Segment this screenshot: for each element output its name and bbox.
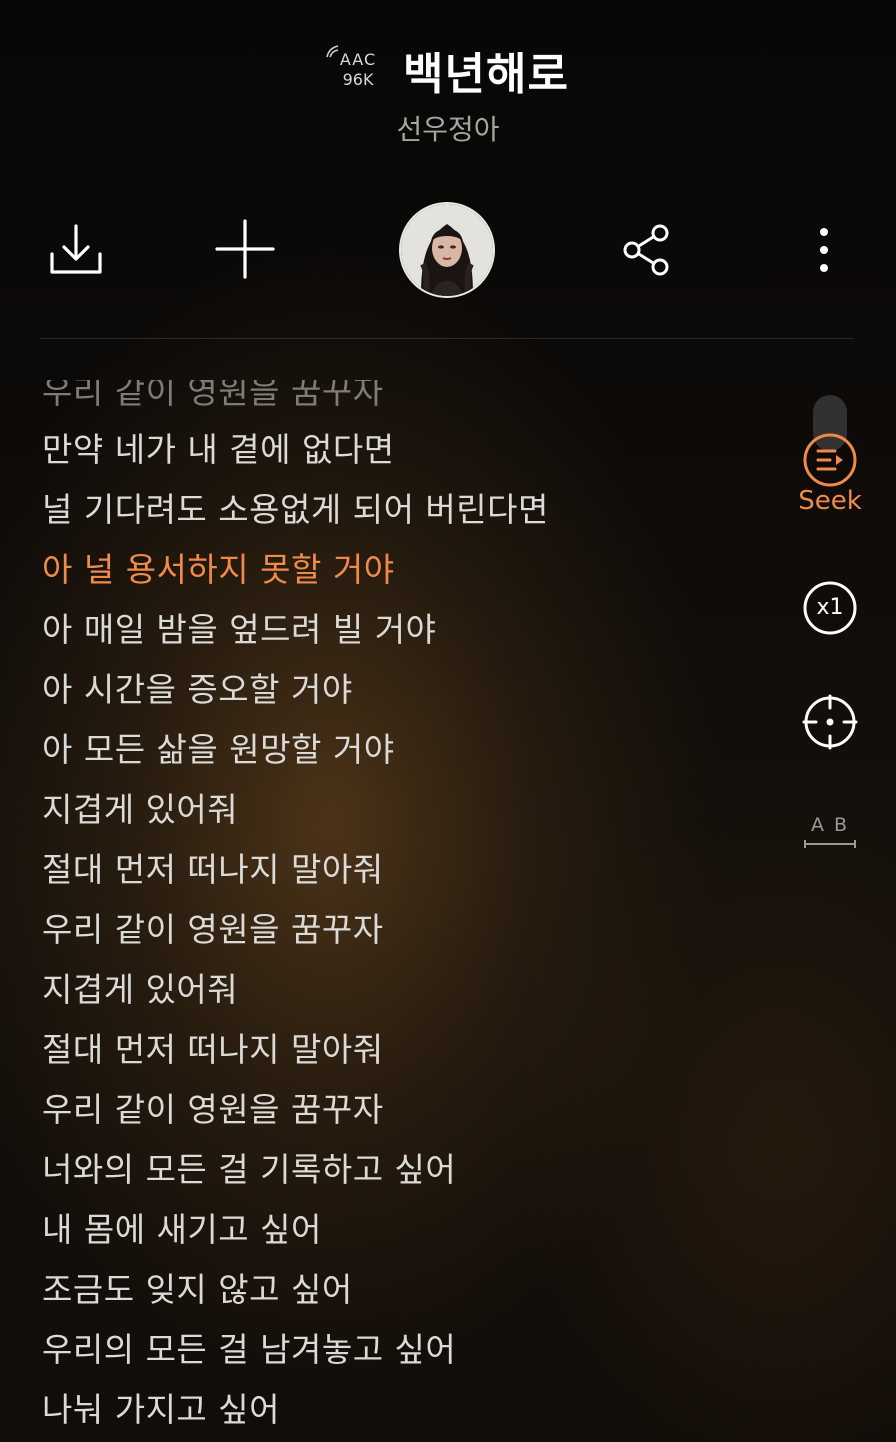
header: AAC 96K 백년해로 선우정아: [0, 30, 896, 150]
artist-portrait-image: [401, 204, 493, 296]
lyric-line-current[interactable]: 아 널 용서하지 못할 거야: [42, 540, 395, 600]
lyrics-list[interactable]: 우리 같이 영원을 꿈꾸자 만약 네가 내 곁에 없다면 널 기다려도 소용없게…: [42, 362, 782, 1442]
lyric-line[interactable]: 너와의 모든 걸 기록하고 싶어: [42, 1140, 456, 1200]
seek-icon: [803, 433, 857, 487]
lyric-line[interactable]: 나눠 가지고 싶어: [42, 1380, 280, 1440]
sync-position-button[interactable]: [802, 694, 858, 750]
lyric-line[interactable]: 우리 같이 영원을 꿈꾸자: [42, 900, 384, 960]
codec-format: AAC: [339, 50, 377, 69]
lyric-line[interactable]: 널 기다려도 소용없게 되어 버린다면: [42, 480, 549, 540]
artist-avatar[interactable]: [399, 202, 495, 298]
share-icon: [623, 224, 669, 276]
action-bar: [0, 200, 896, 300]
share-button[interactable]: [618, 220, 676, 280]
lyric-line[interactable]: 아 매일 밤을 엎드려 빌 거야: [42, 600, 436, 660]
lyric-line[interactable]: 아 모든 삶을 원망할 거야: [42, 720, 395, 780]
lyric-line[interactable]: 절대 먼저 떠나지 말아줘: [42, 840, 384, 900]
codec-badge: AAC 96K: [326, 45, 383, 95]
speed-label: x1: [816, 595, 844, 620]
lyrics-screen: AAC 96K 백년해로 선우정아 우리 같이 영원을 꿈꾸자 만약 네가 내 …: [0, 0, 896, 1442]
ab-repeat-button[interactable]: A B: [800, 814, 860, 854]
artist-name[interactable]: 선우정아: [0, 108, 896, 148]
ab-repeat-label: A B: [810, 814, 850, 836]
more-button[interactable]: [804, 222, 844, 278]
plus-icon: [215, 219, 275, 279]
download-icon: [50, 224, 102, 274]
add-to-playlist-button[interactable]: [212, 216, 278, 282]
lyric-line[interactable]: 절대 먼저 떠나지 말아줘: [42, 1020, 384, 1080]
crosshair-icon: [802, 694, 858, 750]
lyric-line[interactable]: 우리 같이 영원을 꿈꾸자: [42, 1080, 384, 1140]
playback-speed-button[interactable]: x1: [802, 580, 858, 636]
lyric-line[interactable]: 아 시간을 증오할 거야: [42, 660, 353, 720]
lyric-line[interactable]: 우리의 모든 걸 남겨놓고 싶어: [42, 1320, 456, 1380]
lyric-line[interactable]: 만약 네가 내 곁에 없다면: [42, 420, 395, 480]
codec-rate: 96K: [342, 70, 374, 89]
lyric-line[interactable]: 우리 같이 영원을 꿈꾸자: [42, 380, 384, 422]
lyric-line[interactable]: 지겹게 있어줘: [42, 780, 238, 840]
song-title: 백년해로: [403, 49, 569, 100]
seek-button[interactable]: Seek: [790, 430, 870, 525]
divider: [40, 338, 854, 339]
title-row: AAC 96K 백년해로: [0, 38, 896, 102]
lyric-line[interactable]: 조금도 잊지 않고 싶어: [42, 1260, 353, 1320]
lyric-line[interactable]: 내 몸에 새기고 싶어: [42, 1200, 322, 1260]
seek-label: Seek: [798, 486, 862, 516]
ab-bracket-icon: [804, 840, 856, 848]
lyric-line[interactable]: 지겹게 있어줘: [42, 960, 238, 1020]
download-button[interactable]: [44, 218, 108, 282]
more-vertical-icon: [820, 228, 828, 272]
